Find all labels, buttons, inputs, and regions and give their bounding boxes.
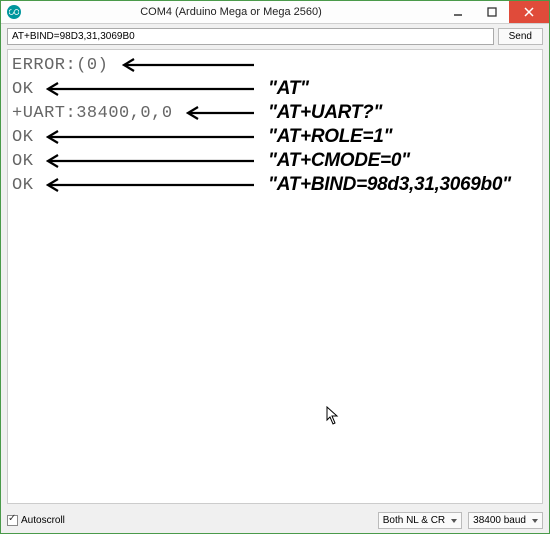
annotation-text: "AT" bbox=[268, 78, 309, 100]
response-text: OK bbox=[12, 80, 36, 99]
minimize-button[interactable] bbox=[441, 1, 475, 23]
response-text: ERROR:(0) bbox=[12, 56, 112, 75]
mouse-cursor-icon bbox=[326, 406, 340, 426]
serial-monitor-window: COM4 (Arduino Mega or Mega 2560) Send ER… bbox=[0, 0, 550, 534]
response-text: OK bbox=[12, 176, 36, 195]
annotation-text: "AT+CMODE=0" bbox=[268, 150, 410, 172]
line-ending-dropdown[interactable]: Both NL & CR bbox=[378, 512, 462, 529]
terminal-line: OK "AT+CMODE=0" bbox=[12, 150, 410, 172]
footer-bar: Autoscroll Both NL & CR 38400 baud bbox=[1, 508, 549, 533]
arrow-left-icon bbox=[122, 58, 256, 72]
baud-dropdown[interactable]: 38400 baud bbox=[468, 512, 543, 529]
window-title: COM4 (Arduino Mega or Mega 2560) bbox=[21, 6, 441, 18]
autoscroll-label: Autoscroll bbox=[21, 515, 65, 526]
close-button[interactable] bbox=[509, 1, 549, 23]
response-text: OK bbox=[12, 152, 36, 171]
arrow-left-icon bbox=[46, 82, 256, 96]
arrow-left-icon bbox=[186, 106, 256, 120]
terminal-line: +UART:38400,0,0 "AT+UART?" bbox=[12, 102, 382, 124]
arrow-left-icon bbox=[46, 178, 256, 192]
line-ending-value: Both NL & CR bbox=[383, 515, 445, 526]
baud-value: 38400 baud bbox=[473, 515, 526, 526]
autoscroll-checkbox[interactable]: Autoscroll bbox=[7, 515, 65, 526]
terminal-line: ERROR:(0) bbox=[12, 54, 256, 76]
checkbox-icon bbox=[7, 515, 18, 526]
arrow-left-icon bbox=[46, 154, 256, 168]
terminal-line: OK "AT+ROLE=1" bbox=[12, 126, 392, 148]
arduino-icon bbox=[7, 5, 21, 19]
terminal-line: OK "AT+BIND=98d3,31,3069b0" bbox=[12, 174, 511, 196]
arrow-left-icon bbox=[46, 130, 256, 144]
response-text: +UART:38400,0,0 bbox=[12, 104, 176, 123]
window-controls bbox=[441, 1, 549, 23]
chevron-down-icon bbox=[532, 519, 538, 523]
command-input[interactable] bbox=[7, 28, 494, 45]
annotation-text: "AT+BIND=98d3,31,3069b0" bbox=[268, 174, 511, 196]
input-row: Send bbox=[1, 24, 549, 49]
response-text: OK bbox=[12, 128, 36, 147]
annotation-text: "AT+ROLE=1" bbox=[268, 126, 392, 148]
annotation-text: "AT+UART?" bbox=[268, 102, 382, 124]
terminal-line: OK "AT" bbox=[12, 78, 309, 100]
send-button[interactable]: Send bbox=[498, 28, 543, 45]
maximize-button[interactable] bbox=[475, 1, 509, 23]
terminal-output[interactable]: ERROR:(0) OK "AT" +UART:38400,0,0 "AT+UART?"… bbox=[7, 49, 543, 504]
titlebar[interactable]: COM4 (Arduino Mega or Mega 2560) bbox=[1, 1, 549, 24]
chevron-down-icon bbox=[451, 519, 457, 523]
